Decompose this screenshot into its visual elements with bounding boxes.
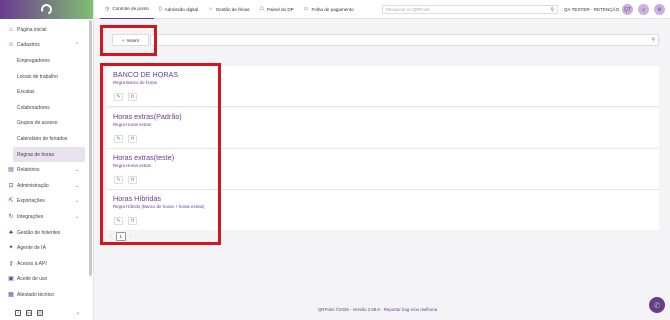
- avatar-initials: QT: [624, 6, 631, 13]
- sidebar-item-label: Empregadores: [17, 57, 50, 64]
- tab-label: Folha de pagamento: [311, 6, 354, 12]
- sidebar-item-exporta-es[interactable]: ⇱ Exportações ⌄: [0, 194, 93, 210]
- tab-label: Gestão de férias: [215, 6, 250, 12]
- linkedin-icon[interactable]: in: [26, 310, 32, 316]
- sidebar-item-label: Locais de trabalho: [17, 73, 58, 80]
- tab-painel-do-dp[interactable]: ☖ Painel do DP: [254, 0, 298, 19]
- tab-controle-de-ponto[interactable]: ◷ Controle de ponto: [100, 0, 154, 19]
- search-placeholder: Pesquisar no QRPoint: [386, 7, 430, 12]
- sidebar-item-label: Exportações: [17, 198, 45, 205]
- sidebar-item-colaboradores[interactable]: Colaboradores: [0, 100, 93, 116]
- rules-search-input[interactable]: ⚲: [150, 34, 659, 46]
- document-icon: ▯: [158, 6, 162, 12]
- sidebar-item-agente-de-ia[interactable]: ✦ Agente de IA: [0, 240, 93, 256]
- sidebar-nav: ⌂ Página inicial ☺ Cadastros ⌃ Empregadores Lo…: [0, 19, 93, 303]
- certificate-icon: ▦: [8, 291, 14, 298]
- chevron-down-icon[interactable]: ⌄: [75, 167, 79, 173]
- highlight-box-insert: [100, 25, 157, 56]
- chat-icon: ✆: [653, 300, 661, 310]
- sidebar-item-label: Colaboradores: [17, 104, 50, 111]
- module-tabs: ◷ Controle de ponto ▯ Admissão digital ☼ Gest…: [100, 0, 359, 19]
- export-icon: ⇱: [8, 198, 14, 205]
- sidebar-item-empregadores[interactable]: Empregadores: [0, 53, 93, 69]
- tab-label: Controle de ponto: [112, 6, 149, 11]
- sidebar-item-label: Atestado técnico: [17, 291, 54, 298]
- facebook-icon[interactable]: f: [15, 310, 21, 316]
- report-bug-link[interactable]: Reportar bug e/ou melhoria: [384, 307, 437, 312]
- qrpoint-logo[interactable]: [0, 0, 93, 19]
- document-icon: ▣: [8, 276, 14, 283]
- key-icon: ⚷: [8, 260, 14, 267]
- sidebar-item-label: Página inicial: [17, 26, 47, 33]
- lock-icon: ⊡: [8, 182, 14, 189]
- sidebar-item-administra-o[interactable]: ⊡ Administração ⌄: [0, 178, 93, 194]
- chat-button[interactable]: ✆: [649, 297, 665, 313]
- sidebar-item-label: Grupos de acesso: [17, 120, 58, 127]
- tab-gest-o-de-f-rias[interactable]: ☼ Gestão de férias: [203, 0, 254, 19]
- sidebar-item-gest-o-de-holerites[interactable]: ♣ Gestão de holerites: [0, 225, 93, 241]
- panel-icon: ☖: [259, 6, 264, 12]
- sidebar-item-atestado-t-cnico[interactable]: ▦ Atestado técnico: [0, 287, 93, 303]
- search-icon[interactable]: ⚲: [651, 37, 655, 43]
- home-icon: ⌂: [9, 26, 13, 33]
- search-icon[interactable]: ⚲: [550, 7, 554, 13]
- hierarchy-icon: ♣: [9, 229, 13, 236]
- notifications-icon[interactable]: ♫: [638, 4, 649, 15]
- sidebar-item-label: Escalas: [17, 89, 35, 96]
- sync-icon: ↻: [8, 213, 14, 220]
- logo-icon: [39, 2, 54, 17]
- sidebar-item-aceite-de-uso[interactable]: ▣ Aceite de uso: [0, 272, 93, 288]
- chevron-down-icon[interactable]: ⌄: [75, 198, 79, 204]
- sidebar-item-label: Relatórios: [17, 167, 40, 174]
- collapse-sidebar-icon[interactable]: ‹: [77, 311, 79, 317]
- ai-icon: ✦: [8, 245, 14, 252]
- sidebar-item-regras-de-horas[interactable]: Regras de horas: [13, 146, 85, 163]
- user-name[interactable]: QA TESTER - RETENÇÃO: [564, 7, 619, 12]
- sidebar-item-label: Cadastros: [17, 42, 40, 49]
- sidebar-item-label: Agente de IA: [17, 245, 46, 252]
- sidebar-item-cadastros[interactable]: ☺ Cadastros ⌃: [0, 38, 93, 54]
- sidebar-item-escalas[interactable]: Escalas: [0, 84, 93, 100]
- clock-icon: ◷: [105, 5, 110, 12]
- sidebar-item-label: Integrações: [17, 213, 44, 220]
- social-links: f in ◎: [0, 306, 94, 320]
- instagram-icon[interactable]: ◎: [37, 310, 43, 316]
- tab-label: Painel do DP: [266, 6, 294, 12]
- sidebar-item-integra-es[interactable]: ↻ Integrações ⌄: [0, 209, 93, 225]
- chevron-down-icon[interactable]: ⌄: [75, 214, 79, 220]
- tab-folha-de-pagamento[interactable]: ▭ Folha de pagamento: [299, 0, 359, 19]
- chevron-down-icon[interactable]: ⌄: [75, 183, 79, 189]
- page-footer: QRPoint ©2026 - Versão 2.98.6 - Reportar…: [318, 307, 437, 312]
- sun-icon: ☼: [208, 6, 213, 12]
- avatar[interactable]: QT: [622, 4, 633, 15]
- top-nav: ◷ Controle de ponto ▯ Admissão digital ☼ Gest…: [94, 0, 670, 19]
- chevron-up-icon[interactable]: ⌃: [75, 42, 79, 48]
- settings-icon[interactable]: ⚙: [654, 4, 665, 15]
- sidebar-item-grupos-de-acesso[interactable]: Grupos de acesso: [0, 116, 93, 132]
- people-icon: ☺: [8, 42, 15, 49]
- calendar-icon: ▭: [303, 6, 309, 12]
- version-text: QRPoint ©2026 - Versão 2.98.6 -: [318, 307, 384, 312]
- sidebar-item-label: Calendário de feriados: [17, 135, 68, 142]
- sidebar-item-acesso-api[interactable]: ⚷ Acesso à API: [0, 256, 93, 272]
- sidebar-item-p-gina-inicial[interactable]: ⌂ Página inicial: [0, 22, 93, 38]
- highlight-box-rules: [100, 63, 221, 245]
- tab-admiss-o-digital[interactable]: ▯ Admissão digital: [154, 0, 203, 19]
- sidebar-item-label: Regras de horas: [17, 151, 54, 158]
- file-icon: ▤: [8, 167, 14, 174]
- sidebar-item-label: Acesso à API: [17, 260, 47, 267]
- sidebar-item-calend-rio-de-feriados[interactable]: Calendário de feriados: [0, 131, 93, 147]
- sidebar-item-label: Gestão de holerites: [17, 229, 61, 236]
- sidebar: ⌂ Página inicial ☺ Cadastros ⌃ Empregadores Lo…: [0, 0, 94, 320]
- tab-label: Admissão digital: [164, 6, 199, 12]
- sidebar-item-label: Aceite de uso: [17, 276, 48, 283]
- sidebar-scrollbar[interactable]: [89, 20, 92, 276]
- sidebar-item-locais-de-trabalho[interactable]: Locais de trabalho: [0, 69, 93, 85]
- global-search-input[interactable]: Pesquisar no QRPoint ⚲: [382, 5, 558, 14]
- sidebar-item-relat-rios[interactable]: ▤ Relatórios ⌄: [0, 162, 93, 178]
- sidebar-item-label: Administração: [17, 182, 49, 189]
